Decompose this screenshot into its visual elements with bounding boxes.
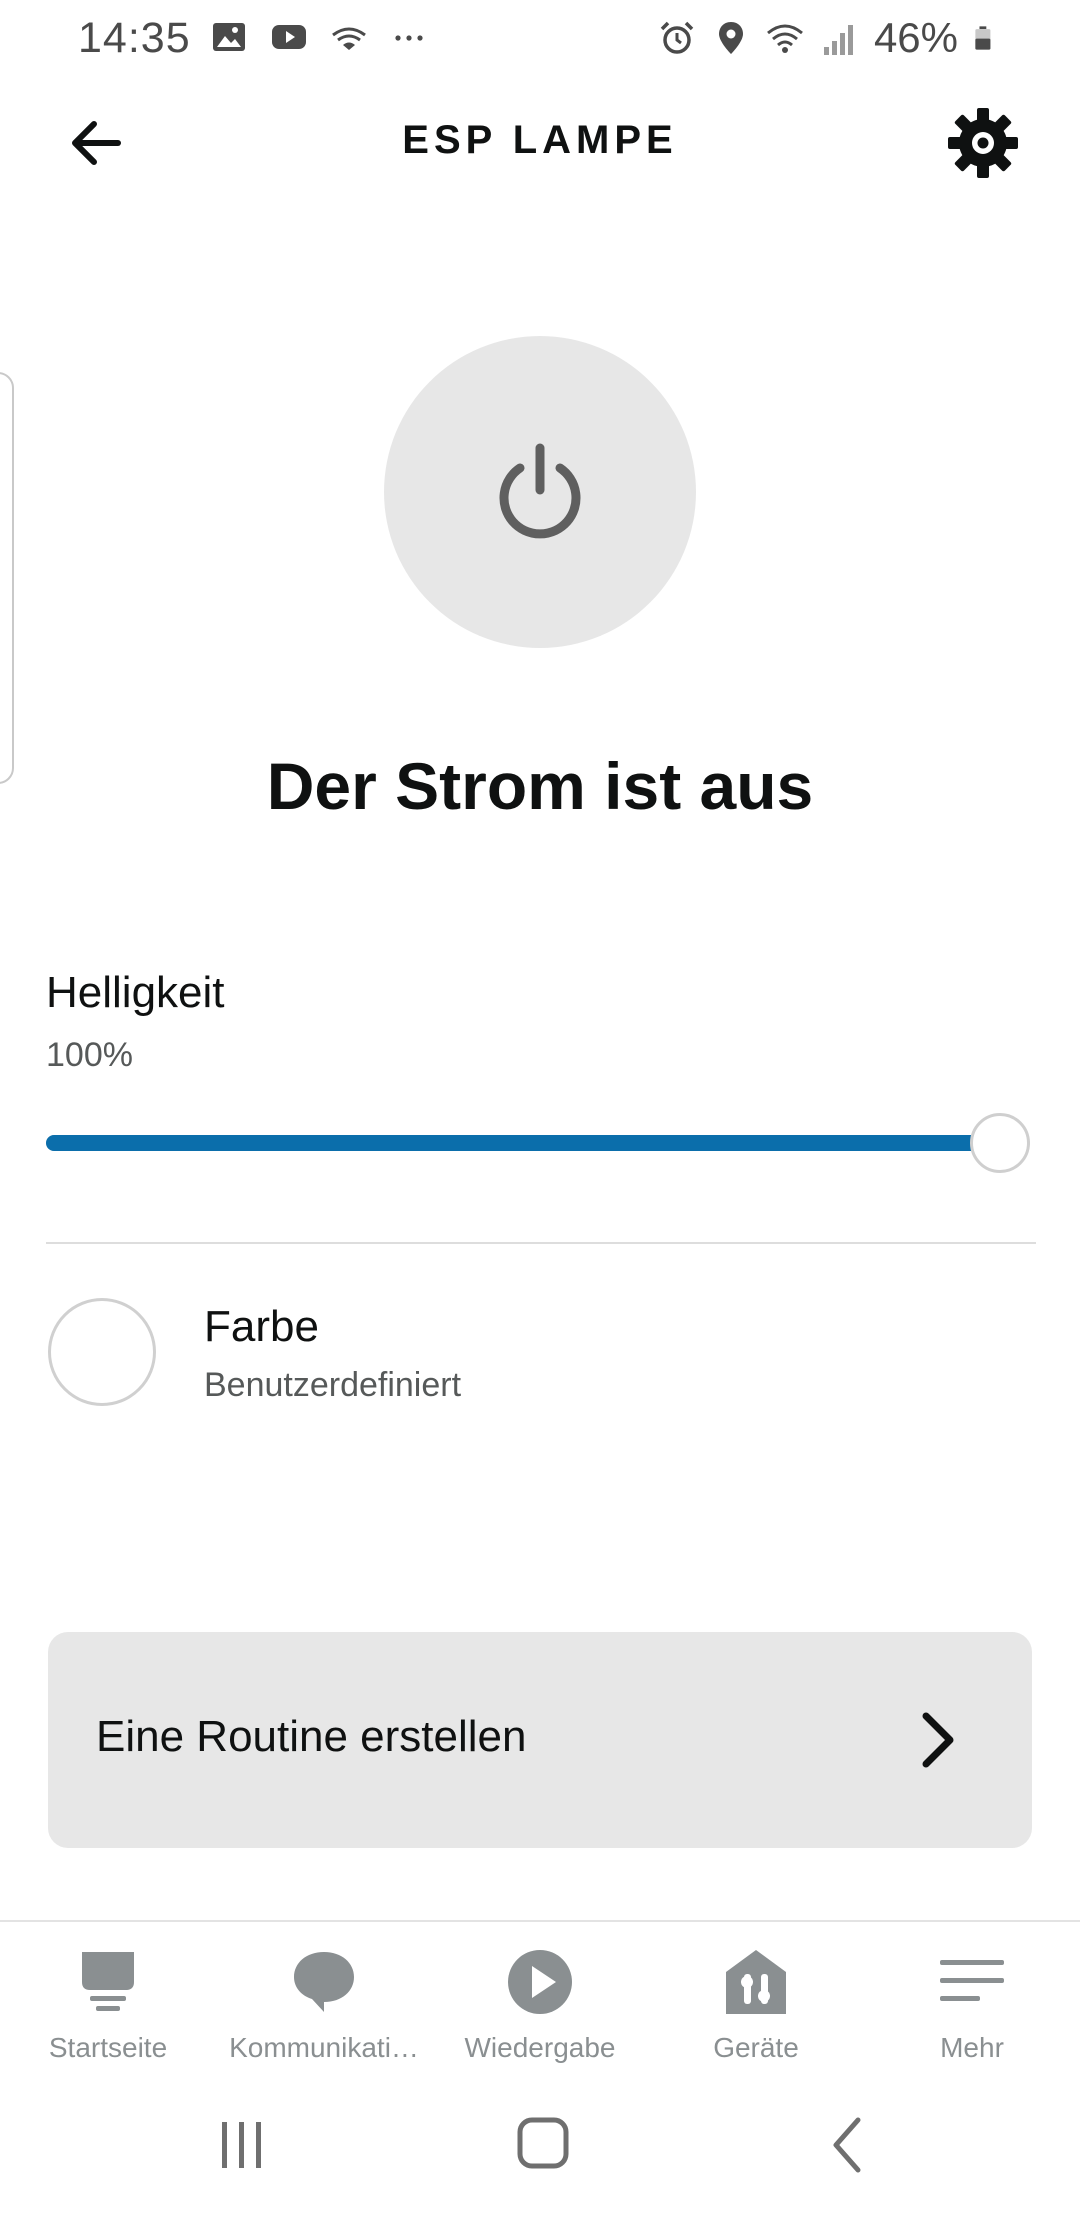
nav-label-play: Wiedergabe (464, 2032, 616, 2063)
slider-fill (46, 1135, 1000, 1151)
chevron-right-icon (922, 1712, 954, 1768)
wifi-icon (766, 24, 803, 53)
nav-label-communication: Kommunikati… (229, 2032, 419, 2063)
brightness-label: Helligkeit (46, 968, 225, 1017)
create-routine-button[interactable]: Eine Routine erstellen (48, 1632, 1032, 1848)
slider-thumb[interactable] (970, 1113, 1030, 1173)
nav-item-home[interactable]: Startseite (0, 1946, 216, 2064)
edge-panel-handle[interactable] (0, 372, 14, 784)
nav-label-devices: Geräte (713, 2032, 799, 2063)
home-icon (82, 1952, 134, 2011)
location-icon (718, 22, 743, 54)
menu-icon (940, 1960, 1004, 2001)
nav-item-devices[interactable]: Geräte (648, 1946, 864, 2064)
system-navigation-bar (0, 2070, 1080, 2220)
color-value: Benutzerdefiniert (204, 1366, 462, 1404)
more-notifications-icon (395, 35, 423, 41)
battery-percent: 46% (873, 14, 958, 61)
power-toggle-button[interactable] (384, 336, 696, 648)
play-icon (508, 1950, 572, 2014)
gallery-icon (213, 23, 245, 51)
divider (46, 1242, 1036, 1244)
chat-bubble-icon (294, 1952, 354, 2012)
power-icon (499, 443, 581, 539)
alarm-icon (660, 21, 694, 54)
settings-gear-icon[interactable] (944, 104, 1022, 182)
power-status-text: Der Strom ist aus (266, 749, 814, 823)
page-title: ESP LAMPE (402, 118, 678, 162)
app-header: ESP LAMPE (0, 80, 1080, 200)
color-swatch[interactable] (48, 1298, 156, 1406)
nav-item-play[interactable]: Wiedergabe (432, 1946, 648, 2064)
nav-item-communication[interactable]: Kommunikati… (216, 1946, 432, 2064)
back-button-icon[interactable] (806, 2110, 886, 2180)
nav-item-more[interactable]: Mehr (864, 1946, 1080, 2064)
devices-icon (726, 1950, 786, 2014)
signal-icon (823, 25, 853, 55)
cast-icon (332, 27, 366, 50)
recent-apps-icon[interactable] (202, 2110, 282, 2180)
battery-icon (975, 26, 991, 50)
brightness-value: 100% (46, 1036, 133, 1074)
bottom-navigation: Startseite Kommunikati… Wiedergabe Gerät… (0, 1920, 1080, 2070)
status-bar: 14:35 46% (0, 0, 1080, 80)
color-label[interactable]: Farbe (204, 1302, 319, 1352)
home-button-icon[interactable] (504, 2110, 584, 2180)
create-routine-label: Eine Routine erstellen (96, 1712, 527, 1761)
brightness-slider[interactable] (46, 1110, 1030, 1176)
nav-label-more: Mehr (940, 2032, 1004, 2063)
status-time: 14:35 (78, 14, 191, 62)
youtube-icon (272, 25, 306, 49)
nav-label-home: Startseite (48, 2032, 168, 2063)
